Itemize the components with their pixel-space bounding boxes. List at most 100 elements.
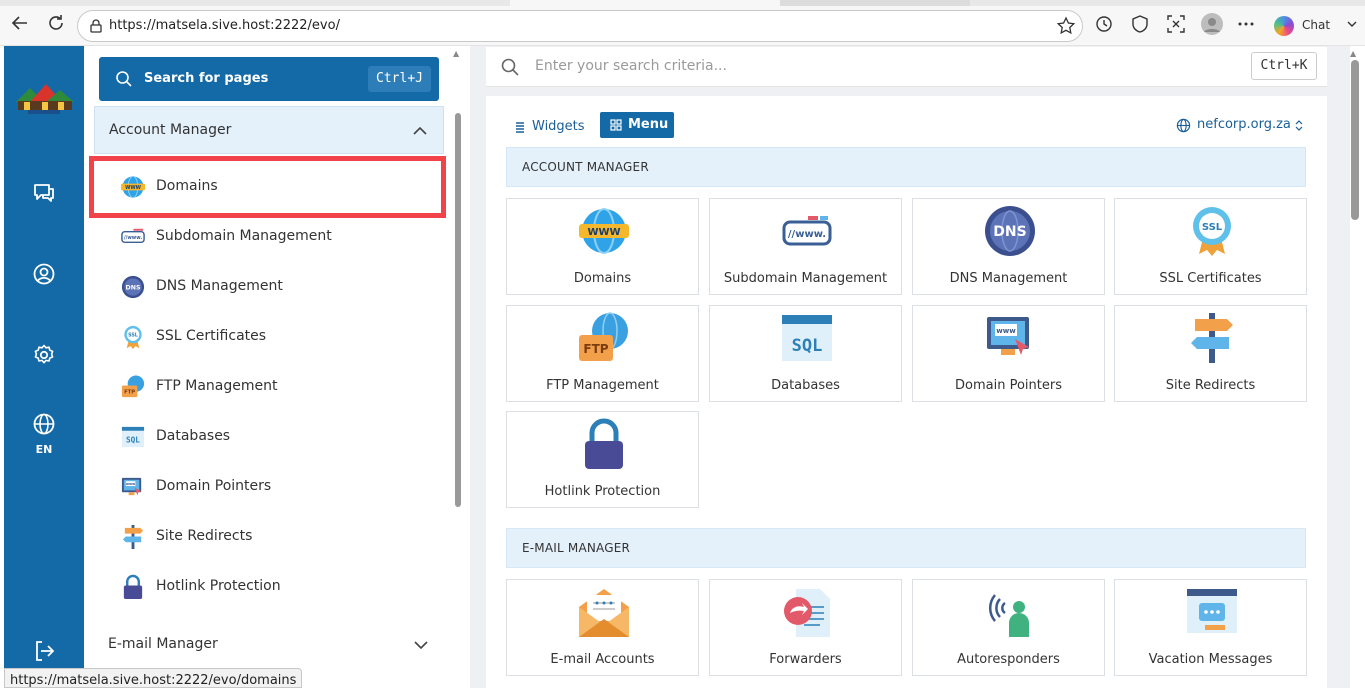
sidebar-item-subdomain-management[interactable]: //www. Subdomain Management (120, 216, 430, 256)
ftp-icon: FTP (120, 374, 146, 400)
sidebar-item-domain-pointers[interactable]: www Domain Pointers (120, 466, 430, 506)
tile-site-redirects[interactable]: Site Redirects (1114, 305, 1307, 402)
domain-pointer-icon: www (983, 311, 1037, 365)
tile-forwarders[interactable]: Forwarders (709, 579, 902, 676)
history-icon[interactable] (1095, 15, 1113, 33)
language-label[interactable]: EN (4, 443, 84, 456)
left-rail: EN (4, 46, 84, 688)
select-arrows-icon (1295, 120, 1303, 131)
envelope-icon (577, 585, 631, 639)
sidebar-item-hotlink-protection[interactable]: Hotlink Protection (120, 566, 430, 606)
domain-pointer-icon: www (120, 474, 146, 500)
tile-dns-management[interactable]: DNS DNS Management (912, 198, 1105, 295)
reload-icon[interactable] (46, 13, 66, 33)
ssl-badge-icon: SSL (120, 324, 146, 350)
tab-strip (0, 0, 1365, 6)
tile-label: FTP Management (546, 378, 659, 393)
sidebar-item-label: SSL Certificates (156, 328, 267, 344)
settings-gear-icon[interactable] (32, 343, 56, 367)
tile-autoresponders[interactable]: Autoresponders (912, 579, 1105, 676)
copilot-chat-button[interactable]: Chat (1268, 12, 1340, 40)
tile-label: Domain Pointers (955, 378, 1062, 393)
tab-widgets[interactable]: Widgets (514, 115, 585, 137)
tile-label: Autoresponders (957, 652, 1060, 667)
section-header-email-manager: E-MAIL MANAGER (506, 528, 1306, 568)
account-manager-section-toggle[interactable]: Account Manager (94, 106, 444, 154)
tile-ssl-certificates[interactable]: SSL SSL Certificates (1114, 198, 1307, 295)
chevron-down-icon (412, 636, 430, 654)
chevron-down-icon[interactable] (1345, 15, 1363, 33)
tab-menu[interactable]: Menu (600, 112, 674, 138)
address-bar[interactable]: https://matsela.sive.host:2222/evo/ (77, 10, 1083, 42)
tile-domain-pointers[interactable]: www Domain Pointers (912, 305, 1105, 402)
screenshot-icon[interactable] (1167, 15, 1185, 33)
subdomain-icon: //www. (780, 204, 834, 258)
grid-icon (610, 119, 622, 131)
search-shortcut: Ctrl+K (1251, 52, 1317, 80)
sidebar-item-ftp-management[interactable]: FTP FTP Management (120, 366, 430, 406)
sql-icon: SQL (780, 311, 834, 365)
tile-subdomain-management[interactable]: //www. Subdomain Management (709, 198, 902, 295)
search-pages-button[interactable]: Search for pages Ctrl+J (99, 57, 439, 101)
signpost-icon (1185, 311, 1239, 365)
app-logo[interactable] (12, 74, 76, 118)
sidebar-item-databases[interactable]: SQL Databases (120, 416, 430, 456)
tile-domains[interactable]: WWW Domains (506, 198, 699, 295)
chat-bubbles-icon[interactable] (32, 181, 56, 205)
search-input[interactable]: Enter your search criteria... (535, 58, 727, 74)
lock-icon (120, 574, 146, 600)
list-icon (516, 122, 524, 133)
main-scroll-up-arrow[interactable]: ▲ (1350, 49, 1356, 58)
more-menu-icon[interactable] (1237, 15, 1255, 33)
copilot-icon (1274, 16, 1294, 36)
section-title: E-mail Manager (108, 636, 218, 652)
logout-icon[interactable] (32, 639, 56, 663)
search-shortcut: Ctrl+J (368, 66, 431, 92)
favorite-star-icon[interactable] (1056, 16, 1076, 36)
back-icon[interactable] (10, 13, 30, 33)
sidebar-item-label: Site Redirects (156, 528, 253, 544)
tile-databases[interactable]: SQL Databases (709, 305, 902, 402)
svg-text:FTP: FTP (583, 342, 608, 356)
sidebar-item-site-redirects[interactable]: Site Redirects (120, 516, 430, 556)
email-manager-section-toggle[interactable]: E-mail Manager (94, 628, 444, 658)
tile-ftp-management[interactable]: FTP FTP Management (506, 305, 699, 402)
status-url: https://matsela.sive.host:2222/evo/domai… (10, 673, 297, 688)
svg-text:DNS: DNS (993, 224, 1026, 240)
shield-icon[interactable] (1131, 15, 1149, 33)
sidebar-item-ssl-certificates[interactable]: SSL SSL Certificates (120, 316, 430, 356)
sidebar-item-label: Databases (156, 428, 231, 444)
autoresponder-icon (983, 585, 1037, 639)
globe-icon (1176, 118, 1191, 133)
global-search-bar[interactable]: Enter your search criteria... Ctrl+K (486, 47, 1327, 87)
site-info-icon[interactable] (88, 18, 104, 34)
profile-avatar[interactable] (1201, 13, 1223, 35)
lock-icon (577, 417, 631, 471)
sidebar-item-dns-management[interactable]: DNS DNS Management (120, 266, 430, 306)
language-globe-icon[interactable] (32, 412, 56, 436)
svg-text:WWW: WWW (587, 227, 620, 238)
sidebar-scroll-up-arrow[interactable]: ▲ (453, 49, 463, 58)
tab-widgets-label: Widgets (532, 119, 585, 134)
main-scrollbar[interactable] (1351, 60, 1359, 220)
sidebar-item-label: Domain Pointers (156, 478, 272, 494)
tile-label: SSL Certificates (1159, 271, 1262, 286)
sidebar-scrollbar[interactable] (455, 113, 461, 507)
svg-text:SSL: SSL (128, 333, 138, 339)
search-icon (500, 57, 520, 77)
tile-hotlink-protection[interactable]: Hotlink Protection (506, 411, 699, 508)
section-title: ACCOUNT MANAGER (522, 160, 649, 174)
tile-vacation-messages[interactable]: Vacation Messages (1114, 579, 1307, 676)
tile-label: DNS Management (949, 271, 1068, 286)
tile-label: Domains (573, 271, 632, 286)
tile-label: Vacation Messages (1148, 652, 1273, 667)
ssl-badge-icon: SSL (1185, 204, 1239, 258)
tile-email-accounts[interactable]: E-mail Accounts (506, 579, 699, 676)
user-account-icon[interactable] (32, 262, 56, 286)
chat-label: Chat (1302, 18, 1331, 32)
dns-icon: DNS (983, 204, 1037, 258)
tile-label: Hotlink Protection (544, 484, 661, 499)
browser-status-bar: https://matsela.sive.host:2222/evo/domai… (4, 668, 303, 688)
svg-text:FTP: FTP (124, 390, 135, 396)
tab-menu-label: Menu (628, 117, 669, 132)
